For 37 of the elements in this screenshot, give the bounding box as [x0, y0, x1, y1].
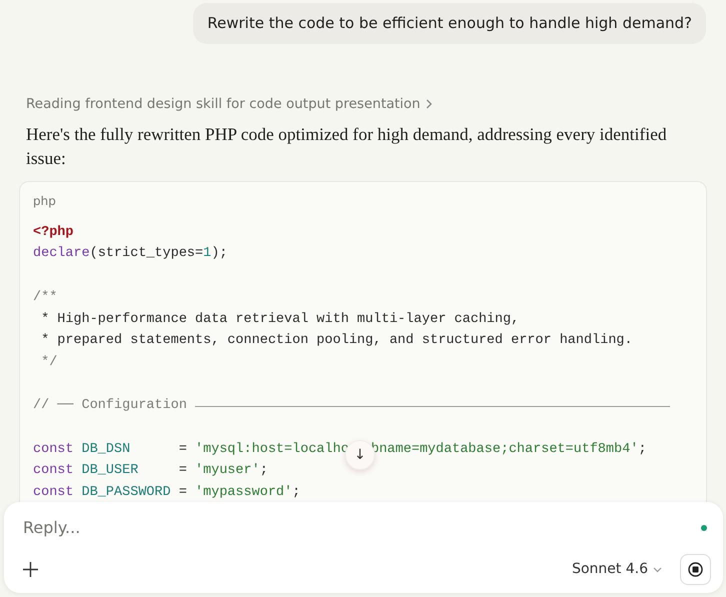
chevron-down-icon — [653, 566, 662, 572]
code-text: DB_USER — [82, 462, 140, 480]
code-text: DB_PASSWORD — [82, 484, 172, 502]
user-message: Rewrite the code to be efficient enough to handle high demand? — [193, 3, 706, 44]
response-text: Here's the fully rewritten PHP code optimized for high demand, addressing every identified issue: — [26, 122, 668, 170]
language-label: php — [33, 192, 57, 210]
code-text: */ — [40, 354, 58, 372]
reply-input[interactable]: Reply... — [23, 516, 323, 540]
code-text: 'mypassword' — [195, 484, 292, 502]
stop-icon — [688, 562, 703, 577]
code-text: declare — [33, 245, 90, 264]
code-text: ; — [638, 440, 646, 459]
code-text: // ── Configuration — [33, 397, 187, 416]
code-text: * prepared statements, connection pooling, and structured error handling. — [40, 332, 632, 350]
code-text: const — [33, 462, 75, 480]
status-link[interactable]: Reading frontend design skill for code output presentation — [26, 94, 420, 114]
code-text: * High-performance data retrieval with multi-layer caching, — [40, 310, 520, 328]
code-text: = — [178, 484, 188, 502]
code-text: = — [178, 462, 188, 480]
code-text: DB_DSN — [82, 440, 132, 459]
code-text: /** — [33, 288, 58, 307]
code-text: const — [33, 484, 75, 502]
status-dot — [701, 525, 707, 531]
code-text: <?php — [33, 224, 74, 242]
model-selector[interactable]: Sonnet 4.6 — [572, 559, 662, 580]
code-text: 'myuser' — [195, 462, 260, 480]
code-text: ; — [260, 462, 268, 480]
add-button[interactable] — [23, 562, 38, 577]
code-text: ); — [211, 245, 228, 264]
code-text: 1 — [203, 245, 212, 264]
chevron-right-icon[interactable] — [426, 98, 432, 109]
stop-button[interactable] — [680, 554, 711, 585]
code-text: (strict_types= — [90, 245, 204, 264]
code-text: = — [178, 440, 188, 459]
code-text: const — [33, 440, 75, 459]
code-text: ; — [292, 484, 300, 502]
plus-icon — [23, 562, 38, 577]
